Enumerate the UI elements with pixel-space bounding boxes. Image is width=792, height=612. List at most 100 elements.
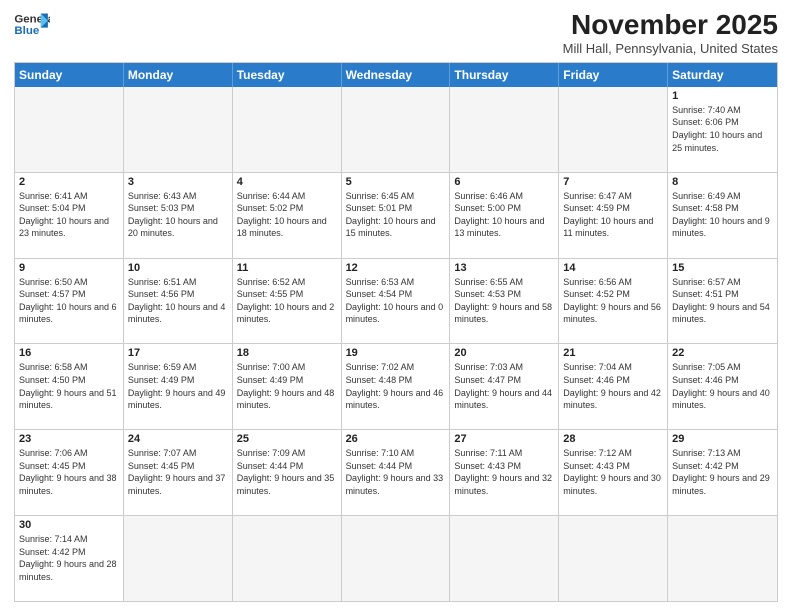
- sun-info: Sunrise: 7:10 AMSunset: 4:44 PMDaylight:…: [346, 447, 446, 497]
- sun-info: Sunrise: 6:45 AMSunset: 5:01 PMDaylight:…: [346, 190, 446, 240]
- week-row-3: 16Sunrise: 6:58 AMSunset: 4:50 PMDayligh…: [15, 343, 777, 429]
- day-header-monday: Monday: [124, 63, 233, 87]
- day-cell-3: 3Sunrise: 6:43 AMSunset: 5:03 PMDaylight…: [124, 173, 233, 258]
- day-number: 17: [128, 347, 228, 359]
- day-number: 26: [346, 433, 446, 445]
- day-number: 11: [237, 262, 337, 274]
- sun-info: Sunrise: 7:14 AMSunset: 4:42 PMDaylight:…: [19, 533, 119, 583]
- day-number: 13: [454, 262, 554, 274]
- sun-info: Sunrise: 6:58 AMSunset: 4:50 PMDaylight:…: [19, 361, 119, 411]
- empty-cell: [559, 516, 668, 601]
- empty-cell: [124, 87, 233, 172]
- day-number: 1: [672, 90, 773, 102]
- title-block: November 2025 Mill Hall, Pennsylvania, U…: [563, 10, 778, 56]
- sun-info: Sunrise: 7:06 AMSunset: 4:45 PMDaylight:…: [19, 447, 119, 497]
- day-cell-10: 10 Sunrise: 6:51 AMSunset: 4:56 PMDayligh…: [124, 259, 233, 344]
- sun-info: Sunrise: 7:09 AMSunset: 4:44 PMDaylight:…: [237, 447, 337, 497]
- sun-info: Sunrise: 6:41 AMSunset: 5:04 PMDaylight:…: [19, 190, 119, 240]
- empty-cell: [450, 87, 559, 172]
- sun-info: Sunrise: 7:05 AMSunset: 4:46 PMDaylight:…: [672, 361, 773, 411]
- empty-cell: [124, 516, 233, 601]
- sun-info: Sunrise: 6:59 AMSunset: 4:49 PMDaylight:…: [128, 361, 228, 411]
- day-cell-19: 19Sunrise: 7:02 AMSunset: 4:48 PMDayligh…: [342, 344, 451, 429]
- day-cell-4: 4Sunrise: 6:44 AMSunset: 5:02 PMDaylight…: [233, 173, 342, 258]
- day-number: 14: [563, 262, 663, 274]
- day-number: 27: [454, 433, 554, 445]
- sun-info: Sunrise: 6:55 AMSunset: 4:53 PMDaylight:…: [454, 276, 554, 326]
- day-cell-23: 23 Sunrise: 7:06 AMSunset: 4:45 PMDayligh…: [15, 430, 124, 515]
- day-number: 22: [672, 347, 773, 359]
- day-cell-18: 18 Sunrise: 7:00 AMSunset: 4:49 PMDayligh…: [233, 344, 342, 429]
- day-cell-21: 21 Sunrise: 7:04 AMSunset: 4:46 PMDayligh…: [559, 344, 668, 429]
- day-cell-16: 16Sunrise: 6:58 AMSunset: 4:50 PMDayligh…: [15, 344, 124, 429]
- day-cell-5: 5 Sunrise: 6:45 AMSunset: 5:01 PMDaylight…: [342, 173, 451, 258]
- sun-info: Sunrise: 7:13 AMSunset: 4:42 PMDaylight:…: [672, 447, 773, 497]
- sun-info: Sunrise: 7:40 AMSunset: 6:06 PMDaylight:…: [672, 104, 773, 154]
- day-cell-27: 27Sunrise: 7:11 AMSunset: 4:43 PMDayligh…: [450, 430, 559, 515]
- sun-info: Sunrise: 6:46 AMSunset: 5:00 PMDaylight:…: [454, 190, 554, 240]
- sun-info: Sunrise: 6:53 AMSunset: 4:54 PMDaylight:…: [346, 276, 446, 326]
- sun-info: Sunrise: 6:50 AMSunset: 4:57 PMDaylight:…: [19, 276, 119, 326]
- day-header-sunday: Sunday: [15, 63, 124, 87]
- sun-info: Sunrise: 7:04 AMSunset: 4:46 PMDaylight:…: [563, 361, 663, 411]
- day-cell-13: 13 Sunrise: 6:55 AMSunset: 4:53 PMDayligh…: [450, 259, 559, 344]
- day-number: 19: [346, 347, 446, 359]
- day-cell-25: 25 Sunrise: 7:09 AMSunset: 4:44 PMDayligh…: [233, 430, 342, 515]
- empty-cell: [233, 516, 342, 601]
- week-row-1: 2Sunrise: 6:41 AMSunset: 5:04 PMDaylight…: [15, 172, 777, 258]
- day-number: 12: [346, 262, 446, 274]
- day-number: 4: [237, 176, 337, 188]
- sun-info: Sunrise: 6:51 AMSunset: 4:56 PMDaylight:…: [128, 276, 228, 326]
- empty-cell: [450, 516, 559, 601]
- empty-cell: [342, 516, 451, 601]
- sun-info: Sunrise: 6:52 AMSunset: 4:55 PMDaylight:…: [237, 276, 337, 326]
- day-cell-22: 22 Sunrise: 7:05 AMSunset: 4:46 PMDayligh…: [668, 344, 777, 429]
- day-cell-30: 30 Sunrise: 7:14 AMSunset: 4:42 PMDayligh…: [15, 516, 124, 601]
- sun-info: Sunrise: 6:57 AMSunset: 4:51 PMDaylight:…: [672, 276, 773, 326]
- month-title: November 2025: [563, 10, 778, 41]
- day-cell-14: 14Sunrise: 6:56 AMSunset: 4:52 PMDayligh…: [559, 259, 668, 344]
- day-cell-2: 2Sunrise: 6:41 AMSunset: 5:04 PMDaylight…: [15, 173, 124, 258]
- day-number: 3: [128, 176, 228, 188]
- day-number: 10: [128, 262, 228, 274]
- day-number: 29: [672, 433, 773, 445]
- empty-cell: [559, 87, 668, 172]
- day-header-thursday: Thursday: [450, 63, 559, 87]
- day-number: 23: [19, 433, 119, 445]
- day-number: 28: [563, 433, 663, 445]
- location: Mill Hall, Pennsylvania, United States: [563, 41, 778, 56]
- day-cell-1: 1 Sunrise: 7:40 AMSunset: 6:06 PMDaylight…: [668, 87, 777, 172]
- logo: General Blue: [14, 10, 50, 40]
- day-cell-7: 7 Sunrise: 6:47 AMSunset: 4:59 PMDaylight…: [559, 173, 668, 258]
- day-number: 8: [672, 176, 773, 188]
- empty-cell: [668, 516, 777, 601]
- day-cell-20: 20 Sunrise: 7:03 AMSunset: 4:47 PMDayligh…: [450, 344, 559, 429]
- day-header-tuesday: Tuesday: [233, 63, 342, 87]
- day-cell-8: 8Sunrise: 6:49 AMSunset: 4:58 PMDaylight…: [668, 173, 777, 258]
- sun-info: Sunrise: 7:12 AMSunset: 4:43 PMDaylight:…: [563, 447, 663, 497]
- day-number: 18: [237, 347, 337, 359]
- sun-info: Sunrise: 7:00 AMSunset: 4:49 PMDaylight:…: [237, 361, 337, 411]
- day-header-saturday: Saturday: [668, 63, 777, 87]
- day-number: 30: [19, 519, 119, 531]
- sun-info: Sunrise: 7:03 AMSunset: 4:47 PMDaylight:…: [454, 361, 554, 411]
- logo-icon: General Blue: [14, 10, 50, 40]
- day-cell-12: 12 Sunrise: 6:53 AMSunset: 4:54 PMDayligh…: [342, 259, 451, 344]
- day-cell-17: 17 Sunrise: 6:59 AMSunset: 4:49 PMDayligh…: [124, 344, 233, 429]
- day-number: 7: [563, 176, 663, 188]
- day-number: 24: [128, 433, 228, 445]
- header: General Blue November 2025 Mill Hall, Pe…: [14, 10, 778, 56]
- day-cell-6: 6Sunrise: 6:46 AMSunset: 5:00 PMDaylight…: [450, 173, 559, 258]
- day-number: 20: [454, 347, 554, 359]
- day-number: 25: [237, 433, 337, 445]
- week-row-4: 23 Sunrise: 7:06 AMSunset: 4:45 PMDayligh…: [15, 429, 777, 515]
- day-cell-28: 28 Sunrise: 7:12 AMSunset: 4:43 PMDayligh…: [559, 430, 668, 515]
- sun-info: Sunrise: 6:47 AMSunset: 4:59 PMDaylight:…: [563, 190, 663, 240]
- day-cell-24: 24Sunrise: 7:07 AMSunset: 4:45 PMDayligh…: [124, 430, 233, 515]
- calendar-body: 1 Sunrise: 7:40 AMSunset: 6:06 PMDaylight…: [15, 87, 777, 601]
- day-number: 5: [346, 176, 446, 188]
- day-number: 21: [563, 347, 663, 359]
- week-row-0: 1 Sunrise: 7:40 AMSunset: 6:06 PMDaylight…: [15, 87, 777, 172]
- day-header-friday: Friday: [559, 63, 668, 87]
- empty-cell: [233, 87, 342, 172]
